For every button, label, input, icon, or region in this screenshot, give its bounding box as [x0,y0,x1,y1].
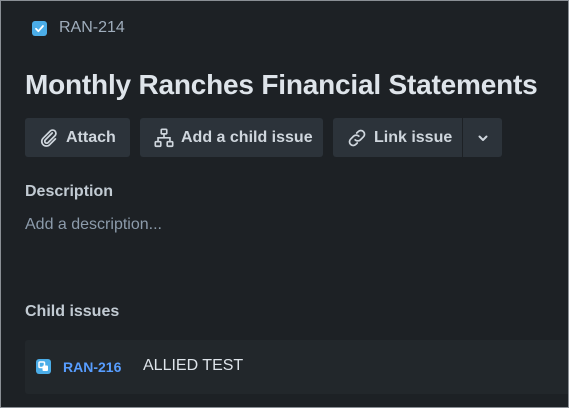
issue-key[interactable]: RAN-214 [59,19,125,37]
link-issue-label: Link issue [374,128,453,146]
chevron-down-icon [476,131,490,145]
subtask-icon [36,359,51,374]
attach-label: Attach [66,128,116,146]
issue-title[interactable]: Monthly Ranches Financial Statements [25,69,538,101]
child-issues-heading: Child issues [25,303,120,320]
issue-panel: RAN-214 Monthly Ranches Financial Statem… [0,0,569,408]
link-issue-button[interactable]: Link issue [333,118,462,157]
hierarchy-icon [153,127,175,149]
add-child-issue-button[interactable]: Add a child issue [140,118,323,157]
task-type-icon[interactable] [32,20,47,36]
link-icon [346,127,368,149]
description-heading: Description [25,183,114,200]
add-child-issue-label: Add a child issue [181,128,313,146]
issue-key-row: RAN-214 [32,19,125,37]
more-actions-button[interactable] [463,118,502,157]
description-editor[interactable]: Add a description... [25,216,162,234]
child-issue-summary[interactable]: ALLIED TEST [143,357,243,375]
child-issue-key[interactable]: RAN-216 [63,359,121,375]
attach-button[interactable]: Attach [25,118,130,157]
paperclip-icon [38,127,60,149]
child-issue-row[interactable]: RAN-216 ALLIED TEST [25,340,568,394]
